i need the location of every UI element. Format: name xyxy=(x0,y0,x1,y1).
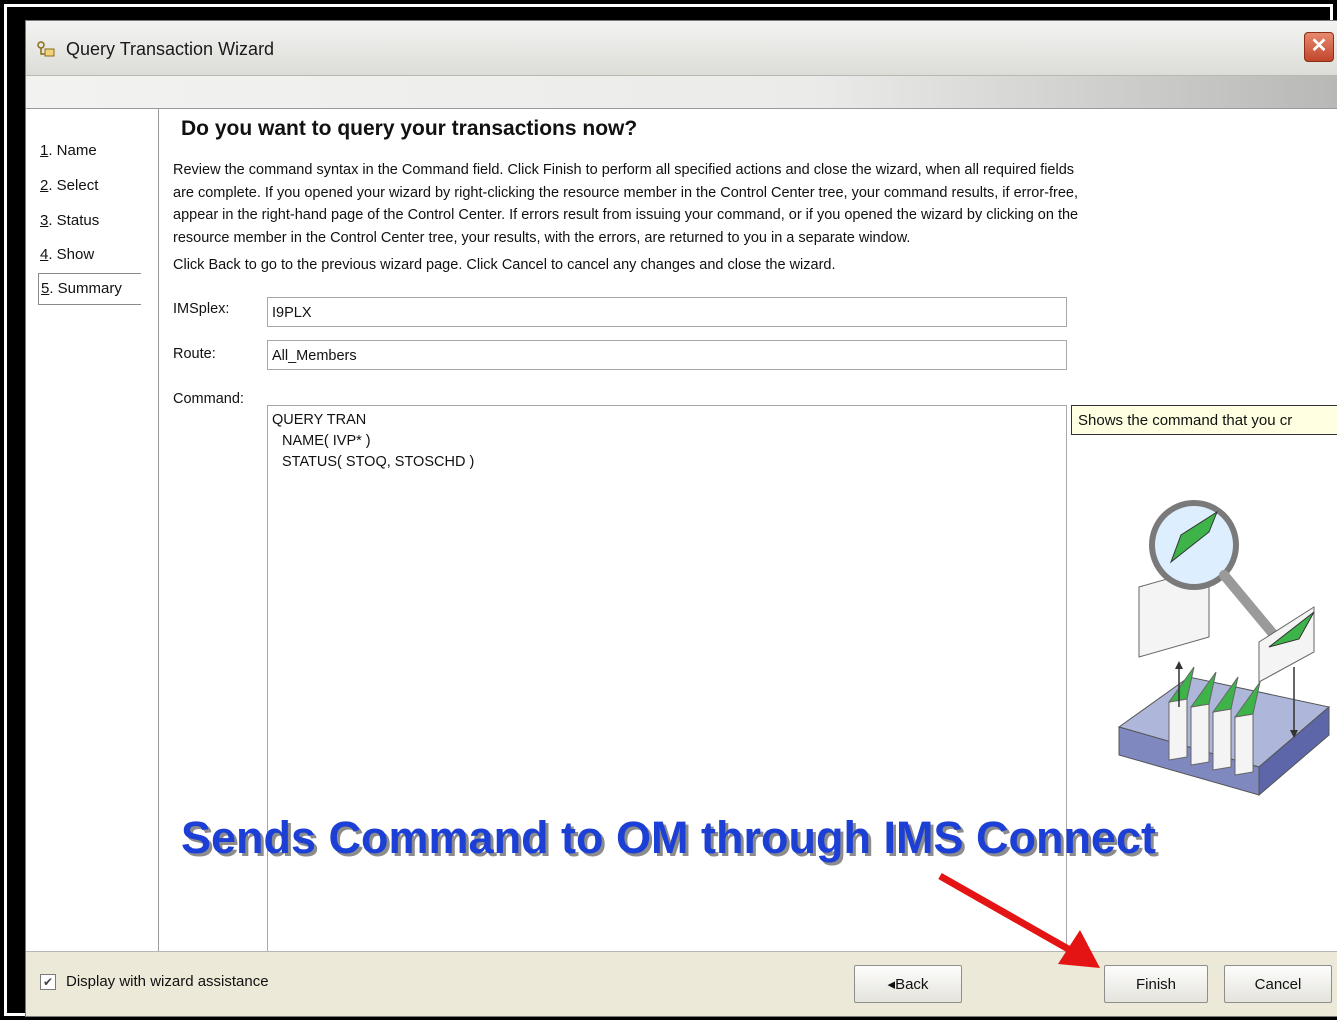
instruction-text: Review the command syntax in the Command… xyxy=(173,162,1079,246)
window-title: Query Transaction Wizard xyxy=(66,39,275,59)
back-cancel-text: Click Back to go to the previous wizard … xyxy=(173,257,836,273)
nav-step-status[interactable]: 3. Status xyxy=(40,212,99,229)
wizard-icon xyxy=(37,41,55,57)
title-bar[interactable]: Query Transaction Wizard ✕ xyxy=(26,21,1337,76)
command-tooltip: Shows the command that you cr xyxy=(1071,405,1337,435)
command-label: Command: xyxy=(173,391,244,407)
close-icon: ✕ xyxy=(1310,35,1328,57)
query-illustration-icon xyxy=(1117,500,1331,797)
finish-button[interactable]: Finish xyxy=(1104,965,1208,1003)
nav-step-show[interactable]: 4. Show xyxy=(40,246,94,263)
nav-step-select[interactable]: 2. Select xyxy=(40,177,98,194)
page-heading: Do you want to query your transactions n… xyxy=(181,117,638,140)
cancel-button[interactable]: Cancel xyxy=(1224,965,1332,1003)
annotation-callout: Sends Command to OM through IMS Connect xyxy=(181,812,1156,863)
nav-step-name[interactable]: 1. Name xyxy=(40,142,97,159)
imsplex-field[interactable]: I9PLX xyxy=(267,297,1067,327)
imsplex-label: IMSplex: xyxy=(173,301,230,317)
header-banner xyxy=(26,76,1337,109)
button-bar: ✔ Display with wizard assistance ◂Back F… xyxy=(26,951,1337,1016)
wizard-assistance-checkbox[interactable]: ✔ xyxy=(40,974,56,990)
route-field[interactable]: All_Members xyxy=(267,340,1067,370)
nav-step-summary[interactable]: 5. Summary xyxy=(38,273,141,305)
wizard-assistance-label: Display with wizard assistance xyxy=(66,973,269,990)
checkmark-icon: ✔ xyxy=(42,975,54,989)
close-button[interactable]: ✕ xyxy=(1304,32,1334,62)
route-label: Route: xyxy=(173,346,216,362)
wizard-window: Query Transaction Wizard ✕ 1. Name 2. Se… xyxy=(25,20,1337,1017)
red-arrow-icon xyxy=(938,872,1100,968)
back-arrow-icon: ◂ xyxy=(887,976,896,993)
